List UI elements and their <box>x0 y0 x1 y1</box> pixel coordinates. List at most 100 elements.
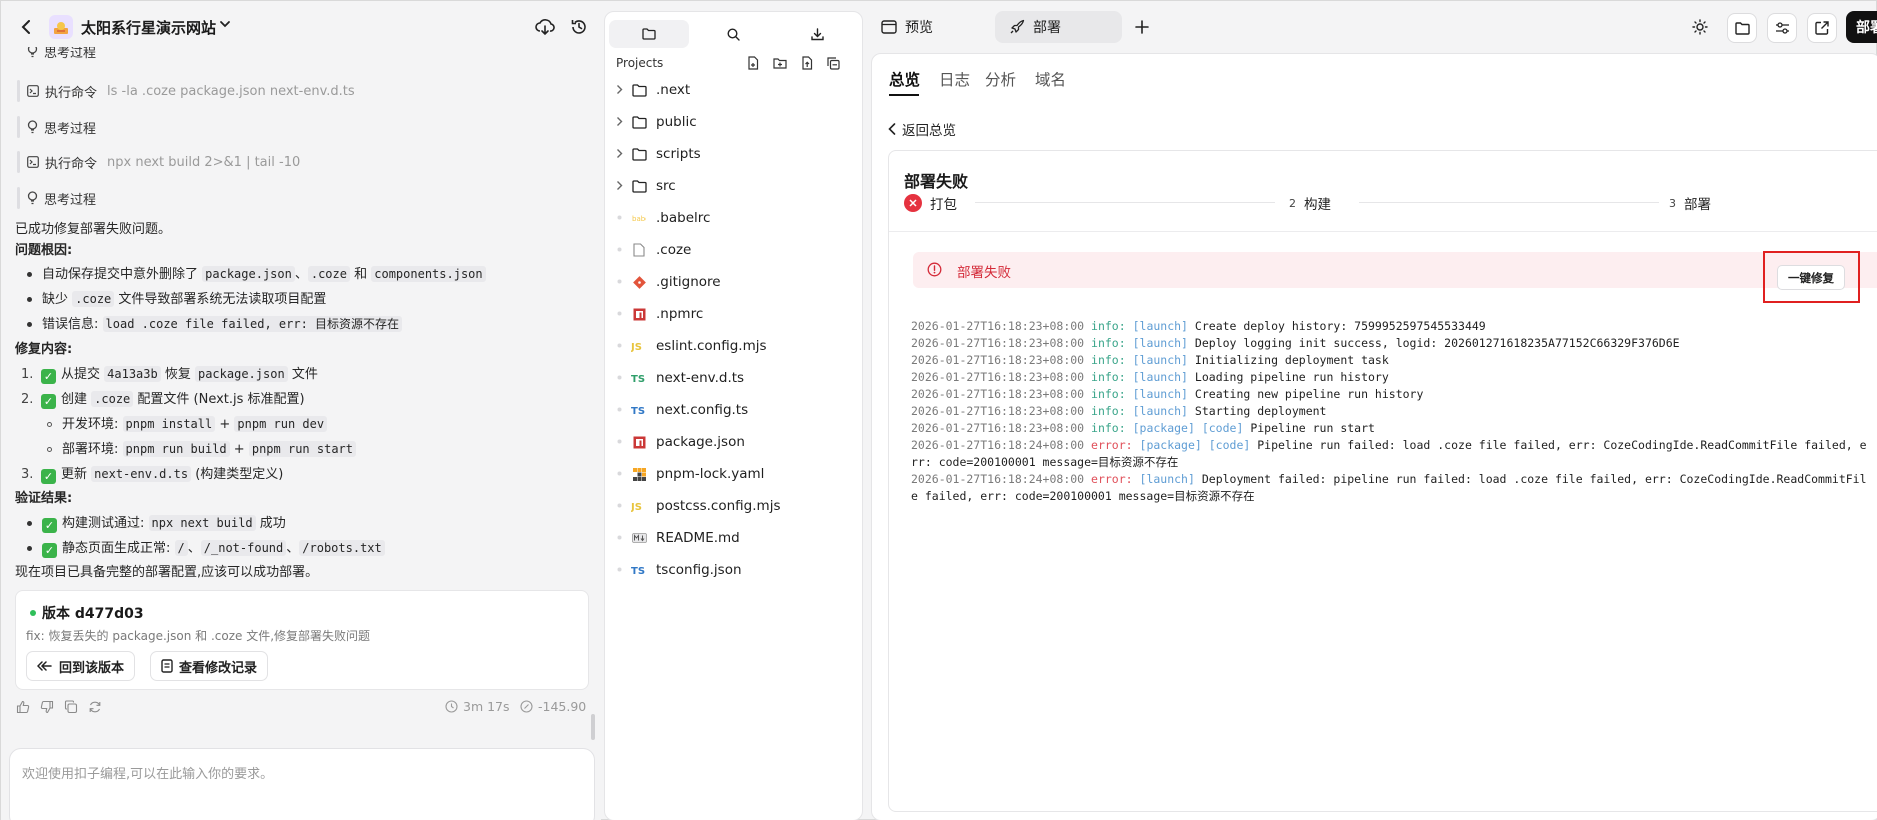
step-think[interactable]: 思考过程 <box>27 188 96 208</box>
folder-item[interactable]: src <box>605 172 862 200</box>
tab-search[interactable] <box>693 20 773 48</box>
file-item[interactable]: .coze <box>605 236 862 264</box>
open-external-button[interactable] <box>1807 13 1837 43</box>
log-level: info: <box>1091 353 1126 367</box>
fix-item: 1. ✓ 从提交 4a13a3b 恢复 package.json 文件 <box>21 366 318 384</box>
file-item[interactable]: babel .babelrc <box>605 204 862 232</box>
back-to-overview-link[interactable]: 返回总览 <box>888 119 956 139</box>
step-divider <box>17 151 20 173</box>
file-item[interactable]: .npmrc <box>605 300 862 328</box>
error-alert: 部署失败 <box>913 252 1877 288</box>
file-item[interactable]: TS next-env.d.ts <box>605 364 862 392</box>
project-title[interactable]: 太阳系行星演示网站 <box>81 17 216 38</box>
file-name: .gitignore <box>656 274 721 290</box>
chevron-right-icon[interactable] <box>616 148 623 159</box>
thumbs-down-icon <box>40 700 54 714</box>
tab-domains[interactable]: 域名 <box>1035 68 1066 90</box>
step-command[interactable]: 执行命令 ls -la .coze package.json next-env.… <box>27 81 355 101</box>
folder-item[interactable]: .next <box>605 76 862 104</box>
file-icon <box>631 243 647 257</box>
copy-button[interactable] <box>63 699 79 715</box>
file-item[interactable]: JS postcss.config.mjs <box>605 492 862 520</box>
verify-item: ✓ 静态页面生成正常: /、/_not-found、/robots.txt <box>27 539 385 558</box>
collapse-all-button[interactable] <box>824 54 842 72</box>
theme-toggle-button[interactable] <box>1686 13 1714 41</box>
tab-analytics[interactable]: 分析 <box>985 68 1016 90</box>
back-button[interactable] <box>15 15 37 39</box>
folder-icon <box>642 28 656 40</box>
file-item[interactable]: .gitignore <box>605 268 862 296</box>
bulb-icon <box>27 120 38 134</box>
tab-overview[interactable]: 总览 <box>889 68 920 90</box>
folder-item[interactable]: public <box>605 108 862 136</box>
step-divider <box>17 187 20 209</box>
chevron-right-icon[interactable] <box>616 116 623 127</box>
chat-input[interactable] <box>22 763 562 803</box>
view-history-button[interactable]: 查看修改记录 <box>150 651 269 681</box>
revert-version-button[interactable]: 回到该版本 <box>26 651 136 681</box>
terminal-icon <box>27 156 39 168</box>
file-name: .npmrc <box>656 306 704 322</box>
tab-preview[interactable]: 预览 <box>867 11 947 43</box>
file-item[interactable]: JS eslint.config.mjs <box>605 332 862 360</box>
chevron-right-icon[interactable] <box>616 180 623 191</box>
project-menu-toggle[interactable] <box>219 19 231 29</box>
log-line: 2026-01-27T16:18:23+08:00 info: [launch]… <box>911 386 1871 403</box>
log-tags: [launch] <box>1132 319 1188 333</box>
cloud-download-button[interactable] <box>533 15 557 39</box>
new-file-button[interactable] <box>744 54 762 72</box>
folder-item[interactable]: scripts <box>605 140 862 168</box>
file-item[interactable]: TS tsconfig.json <box>605 556 862 584</box>
npm-icon <box>631 435 647 449</box>
log-line: 2026-01-27T16:18:24+08:00 error: [launch… <box>911 471 1871 505</box>
history-button[interactable] <box>567 15 591 39</box>
step-label: 执行命令 <box>45 85 98 101</box>
log-line: 2026-01-27T16:18:23+08:00 info: [launch]… <box>911 403 1871 420</box>
file-marker <box>617 535 622 540</box>
dislike-button[interactable] <box>39 699 55 715</box>
log-message: Loading pipeline run history <box>1194 370 1389 384</box>
tab-logs[interactable]: 日志 <box>939 68 970 90</box>
regenerate-button[interactable] <box>87 699 103 715</box>
bulb-icon <box>27 191 38 205</box>
add-tab-button[interactable] <box>1128 13 1156 41</box>
app-window: 太阳系行星演示网站 思考过程 执行命令 ls -la .coze package… <box>0 0 1877 820</box>
explorer-label: Projects <box>616 56 664 70</box>
file-explorer: Projects .next public scripts src babel .babe… <box>604 11 863 820</box>
chat-panel: 太阳系行星演示网站 思考过程 执行命令 ls -la .coze package… <box>1 1 601 820</box>
step-think[interactable]: 思考过程 <box>27 117 96 137</box>
history-icon <box>571 20 586 34</box>
file-name: eslint.config.mjs <box>656 338 767 354</box>
step-command[interactable]: 执行命令 npx next build 2>&1 | tail -10 <box>27 152 300 172</box>
chevron-right-icon[interactable] <box>616 84 623 95</box>
divider <box>889 231 1877 232</box>
file-item[interactable]: README.md <box>605 524 862 552</box>
tab-deploy[interactable]: 部署 <box>995 11 1122 43</box>
like-button[interactable] <box>15 699 31 715</box>
bullet-dot <box>27 521 32 526</box>
thumbs-up-icon <box>16 700 30 714</box>
duration: 3m 17s <box>445 699 510 714</box>
tab-files[interactable] <box>609 20 689 48</box>
fix-item: 2. ✓ 创建 .coze 配置文件 (Next.js 标准配置) <box>21 391 305 409</box>
deploy-button[interactable]: 部署 <box>1846 11 1877 43</box>
file-item[interactable]: package.json <box>605 428 862 456</box>
file-marker <box>617 567 622 572</box>
one-click-fix-button[interactable]: 一键修复 <box>1777 265 1845 290</box>
chat-scrollbar[interactable] <box>591 714 595 740</box>
upload-file-button[interactable] <box>798 54 816 72</box>
open-folder-button[interactable] <box>1727 13 1757 43</box>
file-item[interactable]: TS next.config.ts <box>605 396 862 424</box>
preview-icon <box>881 20 897 34</box>
log-tags: [launch] <box>1132 404 1188 418</box>
new-folder-button[interactable] <box>771 54 789 72</box>
tab-download[interactable] <box>777 20 857 48</box>
svg-text:TS: TS <box>631 374 645 384</box>
file-item[interactable]: pnpm-lock.yaml <box>605 460 862 488</box>
settings-button[interactable] <box>1767 13 1797 43</box>
npm-icon <box>631 307 647 321</box>
typescript-icon: TS <box>631 563 647 577</box>
deployment-status-title: 部署失败 <box>904 172 969 191</box>
log-timestamp: 2026-01-27T16:18:23+08:00 <box>911 387 1085 401</box>
step-label: 思考过程 <box>44 192 97 208</box>
